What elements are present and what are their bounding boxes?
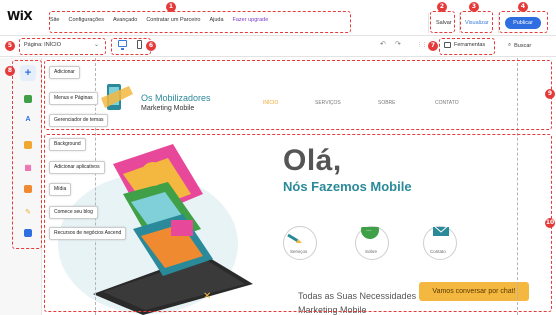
site-nav-about[interactable]: SOBRE [378,100,396,106]
plus-icon[interactable]: + [20,65,36,81]
tooltip-add: Adicionar [49,66,80,79]
preview-button[interactable]: Visualizar [465,20,489,26]
tooltip-media: Mídia [49,183,72,196]
tooltip-ascend: Recursos de negócios Ascend [49,227,127,240]
search-icon: ⌕ [508,42,512,48]
annotation-badge-6: 6 [146,41,156,51]
tooltip-add-apps: Adicionar aplicativos [49,161,105,174]
tools-label: Ferramentas [454,42,486,48]
divider [498,13,499,33]
wix-logo: WiX [7,9,33,23]
blog-icon[interactable]: ✎ [20,204,36,220]
tools-icon [444,42,451,48]
services-circle[interactable] [283,226,317,260]
upgrade-link[interactable]: Fazer upgrade [233,17,269,23]
site-header[interactable]: Os Mobilizadores Marketing Mobile INÍCIO… [43,58,556,132]
tooltip-blog: Comece seu blog [49,206,98,219]
annotation-badge-2: 2 [437,2,447,12]
contact-label: Contato [430,249,446,254]
publish-button[interactable]: Publicar [505,17,541,29]
grid-icon[interactable]: ⋮⋮ [417,42,427,48]
mobile-view-icon[interactable] [137,40,142,49]
annotation-badge-10: 10 [545,218,555,228]
site-nav-services[interactable]: SERVIÇOS [315,100,341,106]
pencil-icon [287,233,302,243]
hero-subheadline: Nós Fazemos Mobile [283,179,412,194]
hero-headline: Olá, [283,144,342,177]
svg-text:✕: ✕ [203,291,211,302]
chat-button[interactable]: Vamos conversar por chat! [419,282,529,301]
tooltip-background: Background [49,138,86,151]
left-sidebar: + A ▦ ✎ [0,58,42,315]
annotation-badge-9: 9 [545,89,555,99]
search-button[interactable]: ⌕ Buscar [508,42,531,49]
divider [459,13,460,33]
site-nav-contact[interactable]: CONTATO [435,100,459,106]
pages-icon[interactable] [20,91,36,107]
contact-circle[interactable] [423,224,457,260]
menu-hire-partner[interactable]: Contratar um Parceiro [146,17,200,23]
annotation-badge-8: 8 [5,66,15,76]
services-label: Serviços [290,249,308,254]
desktop-view-icon[interactable] [118,40,127,50]
about-circle[interactable]: ··· [355,221,389,260]
save-button[interactable]: Salvar [436,20,452,26]
annotation-badge-4: 4 [518,2,528,12]
about-label: Sobre [365,249,378,254]
site-brand-subtitle: Marketing Mobile [141,105,195,112]
menu-site[interactable]: Site [50,17,59,23]
chat-bubble-icon: ··· [361,221,379,239]
menu-advanced[interactable]: Avançado [113,17,137,23]
media-icon[interactable] [20,181,36,197]
annotation-badge-5: 5 [5,41,15,51]
theme-icon[interactable]: A [20,111,36,127]
grid-guide [517,58,518,315]
chevron-down-icon[interactable]: ⌄ [94,41,99,48]
annotation-badge-3: 3 [469,2,479,12]
background-icon[interactable] [20,137,36,153]
annotation-badge-7: 7 [428,41,438,51]
envelope-icon [432,224,450,236]
annotation-badge-1: 1 [166,2,176,12]
site-canvas[interactable]: Os Mobilizadores Marketing Mobile INÍCIO… [43,58,556,315]
search-label: Buscar [514,42,532,49]
site-brand-title: Os Mobilizadores [141,93,211,103]
apps-icon[interactable]: ▦ [20,159,36,175]
tooltip-theme-manager: Gerenciador de temas [49,114,109,127]
undo-icon[interactable]: ↶ [380,40,386,48]
divider [428,13,429,33]
redo-icon[interactable]: ↷ [395,40,401,48]
svg-text:···: ··· [366,228,372,235]
page-selector[interactable]: Página: INÍCIO [24,42,61,48]
menu-help[interactable]: Ajuda [209,17,223,23]
ascend-icon[interactable] [20,225,36,241]
menu-settings[interactable]: Configurações [68,17,103,23]
main-menu: Site Configurações Avançado Contratar um… [50,17,268,23]
tools-button[interactable]: Ferramentas [444,42,485,48]
hero-bottom-text-2: Marketing Mobile [298,305,367,315]
hero-bottom-text: Todas as Suas Necessidades de [298,291,429,301]
site-nav-home[interactable]: INÍCIO [263,100,278,106]
editor-toolbar: Página: INÍCIO ⌄ ↶ ↷ ⋮⋮ Ferramentas ⌕ Bu… [0,37,556,57]
tooltip-menus-pages: Menus e Páginas [49,92,98,105]
